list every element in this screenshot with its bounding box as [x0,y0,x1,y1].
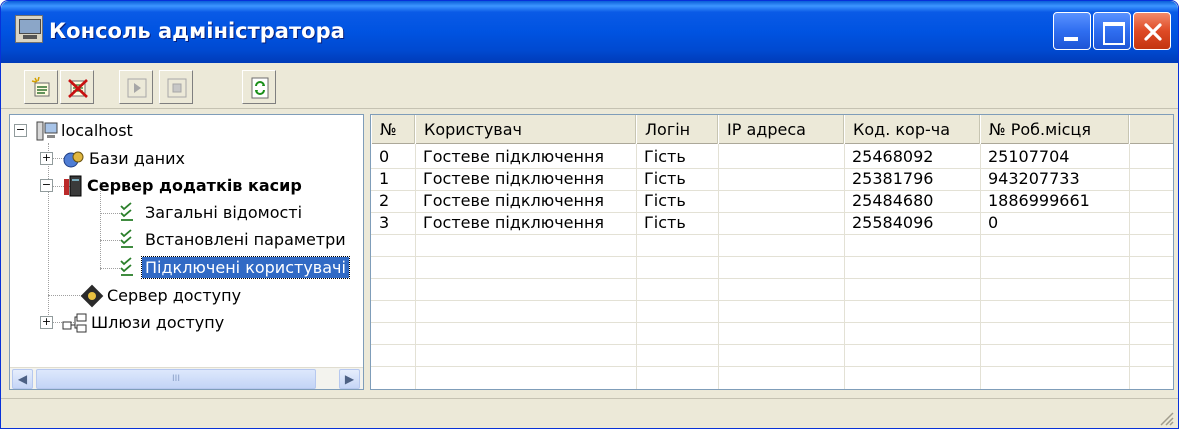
collapse-toggle[interactable]: − [14,124,27,137]
cell-user: Гостеве підключення [423,191,605,210]
maximize-button[interactable] [1093,12,1131,50]
status-bar [1,398,1178,428]
tree-label-access-gateways: Шлюзи доступу [91,313,225,332]
tree-label-access-server: Сервер доступу [107,286,242,305]
column-header-workstation[interactable]: № Роб.місця [980,115,1129,144]
tree-node-access-gateways[interactable]: + Шлюзи доступу [40,309,227,336]
refresh-icon [251,77,269,99]
refresh-button[interactable] [242,70,276,104]
navigation-tree[interactable]: − localhost + Бази даних − Сервер додатк… [9,114,364,390]
tree-label-general-info: Загальні відомості [145,203,303,222]
cell-user-code: 25484680 [852,191,934,210]
cell-login: Гість [644,213,686,232]
tree-node-app-server[interactable]: − Сервер додатків касир [40,172,305,199]
cell-login: Гість [644,169,686,188]
delete-connection-button[interactable] [60,70,94,104]
cell-user: Гостеве підключення [423,169,605,188]
scroll-left-button[interactable]: ◀ [12,369,33,389]
check-list-icon [120,256,133,276]
cell-workstation: 943207733 [988,169,1080,188]
expand-toggle[interactable]: + [40,316,53,329]
console-app-icon [15,15,43,43]
cell-workstation: 25107704 [988,147,1070,166]
cell-workstation: 0 [988,213,999,232]
close-icon [1144,23,1162,41]
connected-users-grid[interactable]: № Користувач Логін IP адреса Код. кор-ча… [370,114,1174,390]
tree-node-access-server[interactable]: Сервер доступу [80,282,244,309]
cell-number: 2 [379,191,390,210]
cell-number: 3 [379,213,390,232]
toolbar [1,63,1178,109]
window-title: Консоль адміністратора [49,19,345,43]
admin-console-window: Консоль адміністратора − localhost + Баз… [0,0,1179,429]
database-icon [63,151,84,167]
column-header-filler [1129,115,1173,144]
cell-ip [718,212,726,234]
tree-horizontal-scrollbar[interactable]: ◀ III ▶ [10,367,363,389]
cell-login: Гість [644,191,686,210]
grid-header: № Користувач Логін IP адреса Код. кор-ча… [371,115,1173,144]
expand-toggle[interactable]: + [40,152,53,165]
check-list-icon [120,201,133,221]
scroll-right-button[interactable]: ▶ [339,369,360,389]
cell-ip [718,190,726,212]
tree-node-localhost[interactable]: − localhost [14,117,136,144]
column-header-ip[interactable]: IP адреса [718,115,844,144]
cell-user-code: 25381796 [852,169,934,188]
stop-icon [167,78,187,98]
cell-user: Гостеве підключення [423,213,605,232]
play-icon [127,78,147,98]
check-list-icon [120,228,133,248]
title-bar[interactable]: Консоль адміністратора [1,1,1178,63]
delete-icon [68,79,88,98]
tree-node-installed-params[interactable]: Встановлені параметри [118,226,349,253]
column-header-number[interactable]: № [371,115,415,144]
cell-ip [718,168,726,190]
add-connection-button[interactable] [24,70,58,104]
tree-label-installed-params: Встановлені параметри [145,230,346,249]
tree-root-label: localhost [61,121,133,140]
tree-node-databases[interactable]: + Бази даних [40,145,188,172]
cell-number: 0 [379,147,390,166]
tree-label-connected-users: Підключені користувачі [141,256,350,279]
cell-user-code: 25468092 [852,147,934,166]
add-icon [31,77,50,97]
column-header-user-code[interactable]: Код. кор-ча [844,115,980,144]
tree-node-connected-users[interactable]: Підключені користувачі [118,254,350,281]
cell-ip [718,146,726,168]
tree-node-general-info[interactable]: Загальні відомості [118,199,305,226]
scroll-thumb[interactable]: III [36,369,316,389]
column-header-user[interactable]: Користувач [415,115,636,144]
tree-label-databases: Бази даних [89,149,185,168]
network-icon [62,313,87,332]
close-button[interactable] [1133,12,1171,50]
server-icon [64,175,82,196]
tree-label-app-server: Сервер додатків касир [87,176,302,195]
cell-user-code: 25584096 [852,213,934,232]
cell-user: Гостеве підключення [423,147,605,166]
cell-workstation: 1886999661 [988,191,1090,210]
cell-number: 1 [379,169,390,188]
cell-login: Гість [644,147,686,166]
minimize-button[interactable] [1053,12,1091,50]
column-header-login[interactable]: Логін [636,115,718,144]
resize-grip-icon[interactable] [1158,410,1174,426]
access-server-icon [80,284,104,307]
play-button[interactable] [119,70,153,104]
computer-icon [36,121,58,140]
stop-button[interactable] [159,70,193,104]
collapse-toggle[interactable]: − [40,179,53,192]
